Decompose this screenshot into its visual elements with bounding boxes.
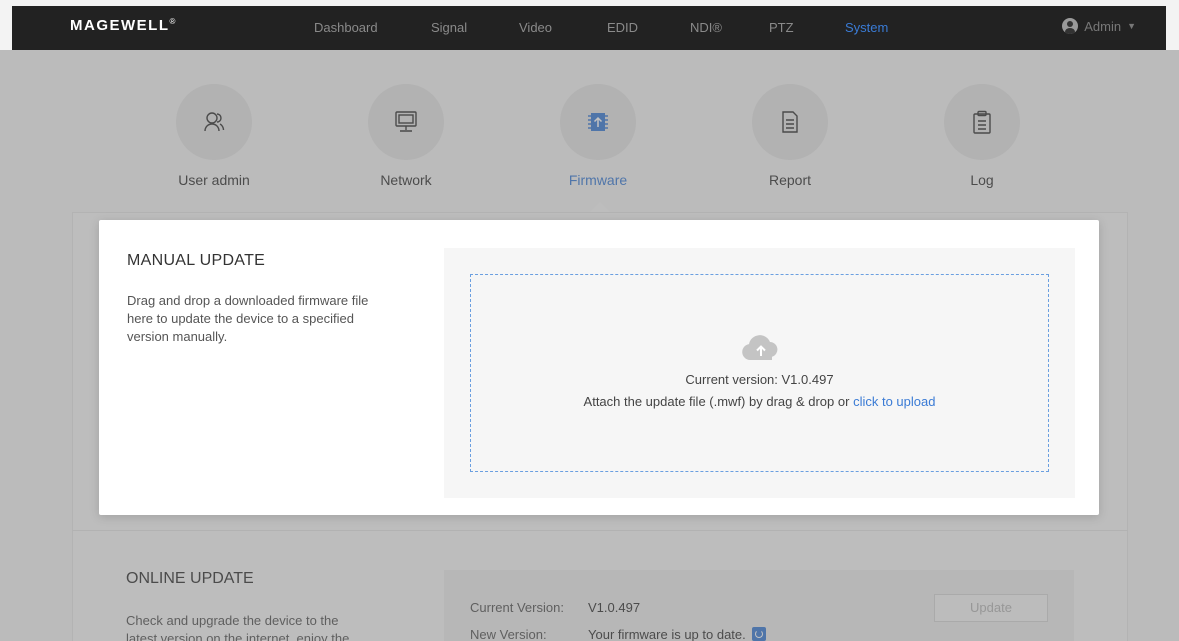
brand-logo: MAGEWELL® — [70, 17, 176, 34]
chevron-down-icon: ▼ — [1127, 21, 1136, 31]
manual-update-title: MANUAL UPDATE — [127, 252, 266, 269]
user-menu[interactable]: Admin ▼ — [1062, 18, 1136, 34]
upload-hint-text: Attach the update file (.mwf) by drag & … — [583, 394, 854, 409]
cloud-upload-icon — [742, 335, 778, 360]
file-drop-zone[interactable]: Current version: V1.0.497 Attach the upd… — [470, 274, 1049, 472]
upload-area: Current version: V1.0.497 Attach the upd… — [444, 248, 1075, 498]
nav-edid[interactable]: EDID — [607, 20, 638, 35]
nav-signal[interactable]: Signal — [431, 20, 467, 35]
manual-update-description: Drag and drop a downloaded firmware file… — [127, 293, 369, 344]
nav-ptz[interactable]: PTZ — [769, 20, 794, 35]
manual-update-modal: MANUAL UPDATE Drag and drop a downloaded… — [99, 220, 1099, 515]
top-navigation-bar: MAGEWELL® Dashboard Signal Video EDID ND… — [12, 6, 1166, 50]
user-name: Admin — [1084, 18, 1122, 34]
upload-hint: Attach the update file (.mwf) by drag & … — [471, 394, 1048, 409]
current-version-text: Current version: V1.0.497 — [685, 372, 834, 387]
click-to-upload-link[interactable]: click to upload — [853, 394, 935, 409]
nav-ndi[interactable]: NDI® — [690, 20, 722, 35]
nav-system[interactable]: System — [845, 20, 888, 35]
nav-dashboard[interactable]: Dashboard — [314, 20, 378, 35]
nav-video[interactable]: Video — [519, 20, 552, 35]
avatar-icon — [1062, 18, 1079, 34]
